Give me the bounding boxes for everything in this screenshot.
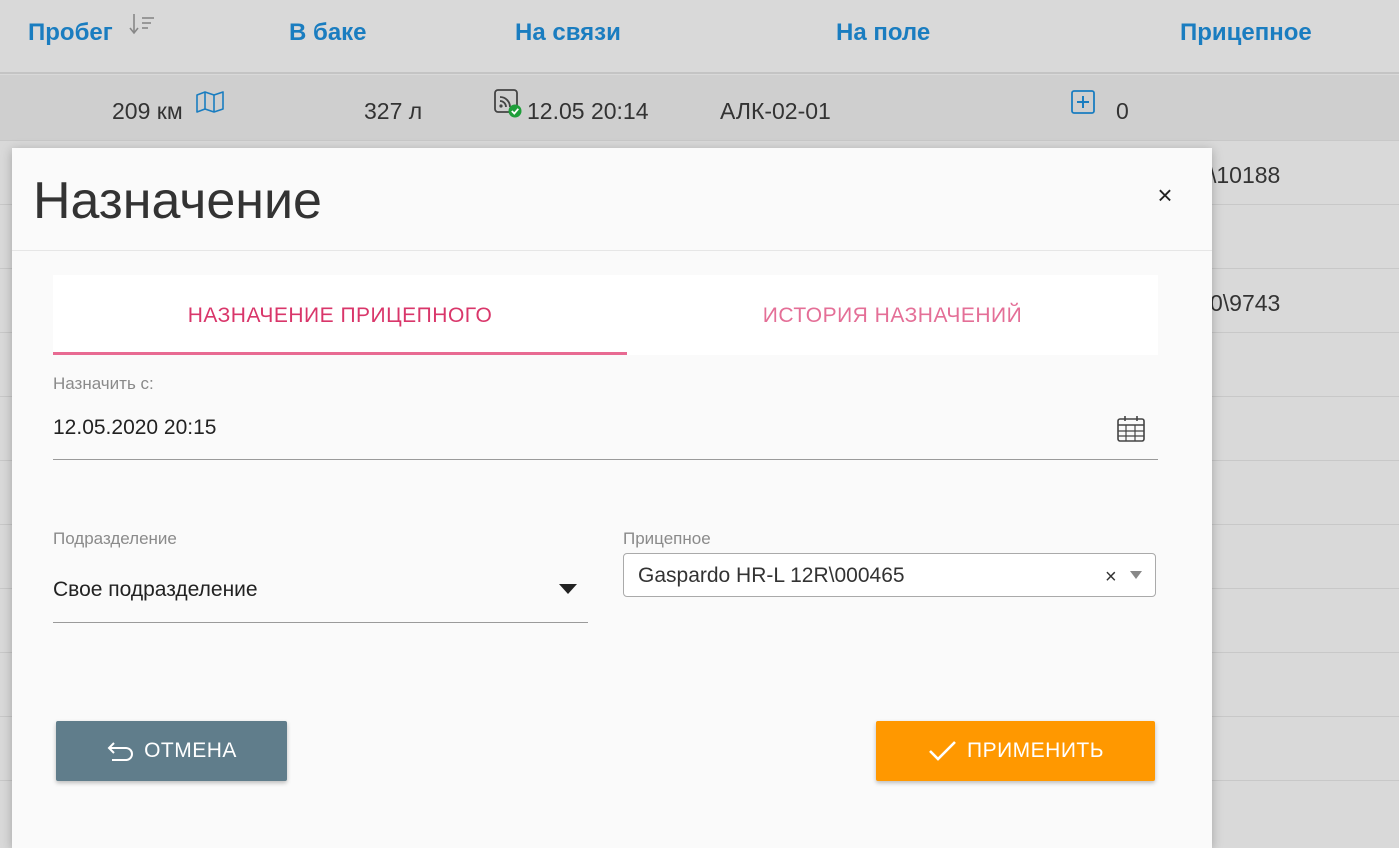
checkmark-icon: [929, 741, 956, 761]
trailer-cell-partial: \10188: [1210, 162, 1281, 188]
table-header: Пробег В баке На связи На поле Прицепное: [0, 0, 1399, 74]
department-select[interactable]: Свое подразделение: [53, 576, 258, 604]
table-row[interactable]: 209 км 327 л 12.05 20:14 АЛК-02-01 0: [0, 75, 1399, 141]
column-header-online[interactable]: На связи: [515, 18, 621, 48]
tab-assignment-history[interactable]: ИСТОРИЯ НАЗНАЧЕНИЙ: [627, 275, 1158, 355]
apply-button-label: ПРИМЕНИТЬ: [966, 739, 1105, 762]
cancel-button-label: ОТМЕНА: [144, 739, 237, 762]
clear-icon[interactable]: ×: [1105, 564, 1117, 590]
chevron-down-icon[interactable]: [1129, 570, 1143, 580]
tab-bar: НАЗНАЧЕНИЕ ПРИЦЕПНОГО ИСТОРИЯ НАЗНАЧЕНИЙ: [53, 275, 1158, 355]
add-trailer-icon[interactable]: [1071, 90, 1095, 114]
column-header-fuel[interactable]: В баке: [289, 18, 367, 48]
map-icon[interactable]: [195, 91, 225, 113]
close-icon[interactable]: ×: [1152, 182, 1178, 208]
department-label: Подразделение: [53, 529, 177, 548]
sort-descending-icon[interactable]: [128, 12, 158, 38]
trailer-label: Прицепное: [623, 529, 711, 548]
cancel-button[interactable]: ОТМЕНА: [56, 721, 287, 781]
assignment-modal: Назначение × НАЗНАЧЕНИЕ ПРИЦЕПНОГО ИСТОР…: [12, 148, 1212, 848]
modal-title: Назначение: [33, 172, 322, 230]
field-cell: АЛК-02-01: [720, 98, 831, 124]
modal-header-divider: [12, 250, 1212, 251]
calendar-icon[interactable]: [1116, 415, 1146, 443]
apply-button[interactable]: ПРИМЕНИТЬ: [876, 721, 1155, 781]
online-time-cell: 12.05 20:14: [527, 98, 649, 124]
department-underline: [53, 622, 588, 623]
assign-from-underline: [53, 459, 1158, 460]
column-header-field[interactable]: На поле: [836, 18, 930, 48]
assign-from-input[interactable]: 12.05.2020 20:15: [53, 414, 217, 442]
row-divider: [0, 140, 1399, 141]
fuel-cell: 327 л: [364, 98, 423, 124]
mileage-cell: 209 км: [112, 98, 183, 124]
trailer-select[interactable]: Gaspardo HR-L 12R\000465 ×: [623, 553, 1156, 597]
undo-icon: [107, 742, 134, 761]
trailer-cell-partial: 0\9743: [1210, 290, 1281, 316]
trailer-select-value: Gaspardo HR-L 12R\000465: [638, 564, 905, 587]
assign-from-label: Назначить с:: [53, 374, 154, 393]
trailer-count-cell: 0: [1116, 98, 1129, 124]
column-header-trailer[interactable]: Прицепное: [1180, 18, 1312, 48]
active-tab-indicator: [53, 352, 627, 355]
caret-down-icon[interactable]: [558, 582, 578, 596]
online-status-icon: [494, 89, 522, 118]
column-header-mileage[interactable]: Пробег: [28, 18, 113, 48]
tab-assign-trailer[interactable]: НАЗНАЧЕНИЕ ПРИЦЕПНОГО: [53, 275, 627, 355]
